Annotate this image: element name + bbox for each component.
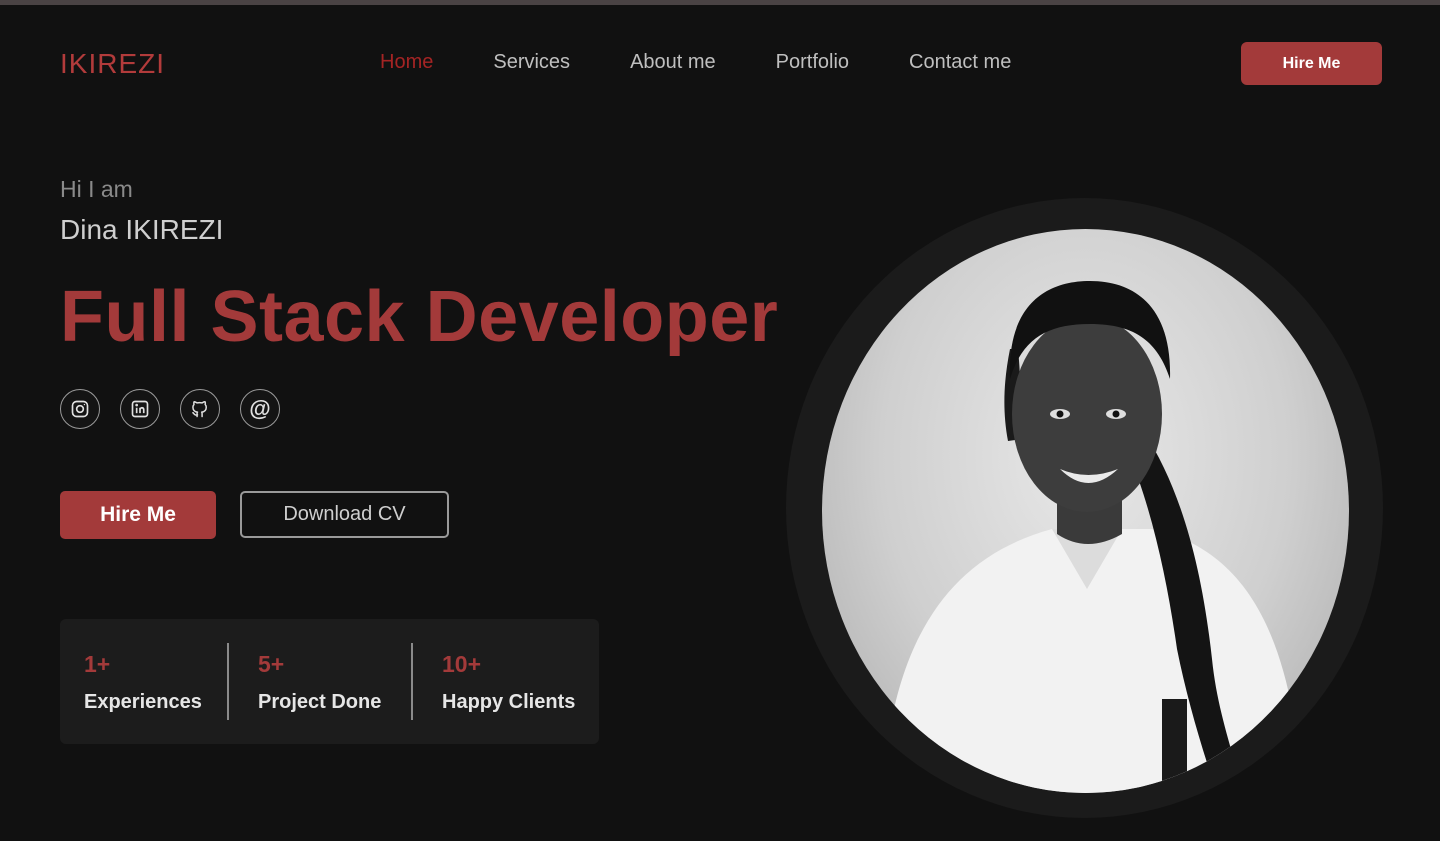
hire-me-button[interactable]: Hire Me — [60, 491, 216, 539]
stat-value: 5+ — [258, 651, 285, 677]
linkedin-link[interactable] — [120, 389, 160, 429]
nav-item-home[interactable]: Home — [380, 51, 433, 74]
nav-item-services[interactable]: Services — [493, 51, 570, 74]
linkedin-icon — [131, 400, 149, 418]
stat-divider — [227, 643, 229, 720]
top-border — [0, 0, 1440, 5]
site-logo[interactable]: IKIREZI — [60, 48, 165, 80]
hero-role-title: Full Stack Developer — [60, 277, 779, 357]
email-link[interactable]: @ — [240, 389, 280, 429]
instagram-icon — [71, 400, 89, 418]
stat-label: Happy Clients — [442, 691, 576, 713]
stats-card: 1+ Experiences 5+ Project Done 10+ Happy… — [60, 619, 599, 744]
stat-value: 10+ — [442, 651, 482, 677]
instagram-link[interactable] — [60, 389, 100, 429]
profile-photo — [822, 229, 1349, 793]
stat-label: Experiences — [84, 691, 202, 713]
stat-label: Project Done — [258, 691, 382, 713]
nav-item-portfolio[interactable]: Portfolio — [776, 51, 849, 74]
hero-greeting: Hi I am — [60, 176, 133, 202]
stat-value: 1+ — [84, 651, 111, 677]
person-illustration — [882, 281, 1302, 793]
social-links: @ — [60, 389, 300, 429]
download-cv-button[interactable]: Download CV — [240, 491, 449, 538]
at-icon: @ — [249, 396, 271, 421]
header-hire-button[interactable]: Hire Me — [1241, 42, 1382, 85]
main-nav: Home Services About me Portfolio Contact… — [380, 51, 1071, 74]
stat-divider — [411, 643, 413, 720]
github-icon — [192, 401, 207, 418]
nav-item-contact[interactable]: Contact me — [909, 51, 1011, 74]
hero-name: Dina IKIREZI — [60, 214, 224, 245]
nav-item-about[interactable]: About me — [630, 51, 716, 74]
github-link[interactable] — [180, 389, 220, 429]
